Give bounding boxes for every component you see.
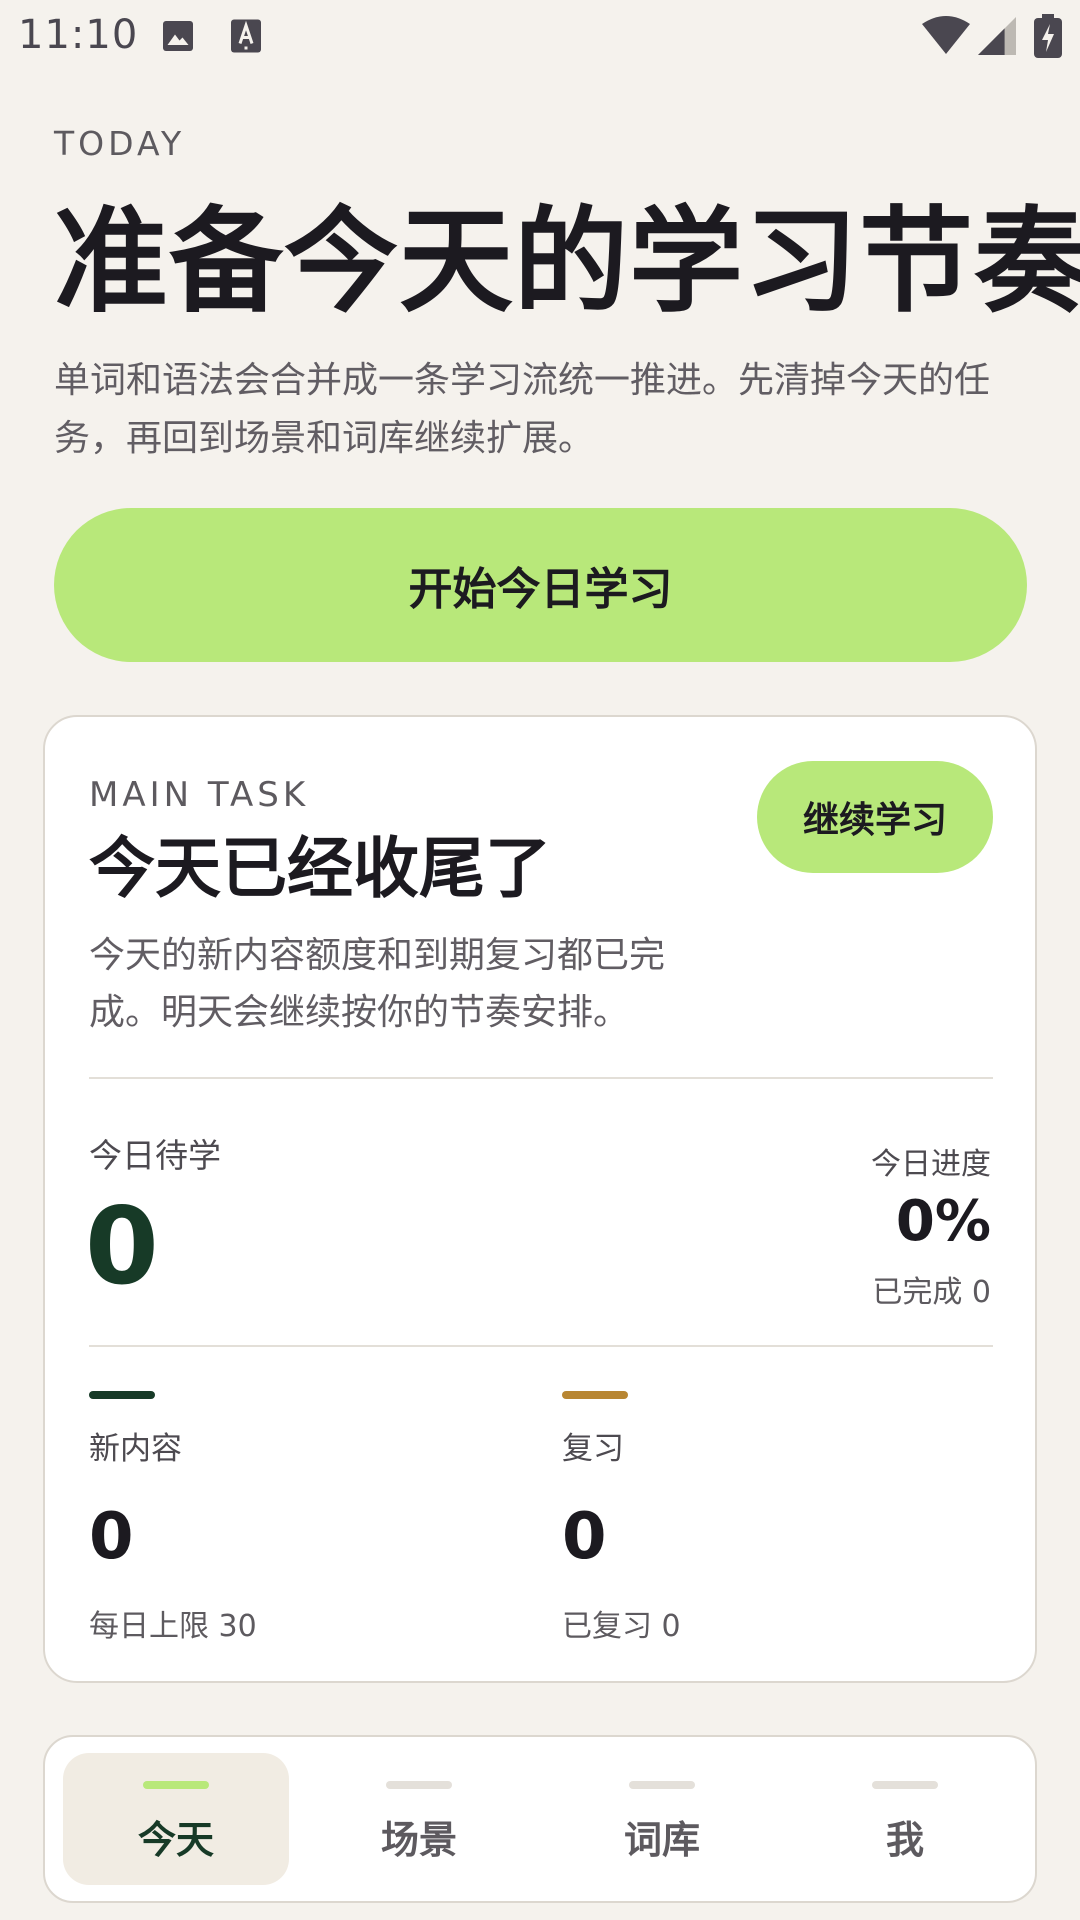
card-eyebrow: MAIN TASK xyxy=(89,775,310,815)
status-bar: 11:10 xyxy=(0,0,1080,72)
new-content-note: 每日上限 30 xyxy=(89,1609,257,1644)
progress-value: 0% xyxy=(895,1189,991,1254)
text-a-notification-icon xyxy=(231,19,261,53)
progress-done-count: 已完成 0 xyxy=(872,1275,991,1310)
review-label: 复习 xyxy=(562,1431,624,1467)
main-task-card: MAIN TASK 今天已经收尾了 今天的新内容额度和到期复习都已完成。明天会继… xyxy=(43,715,1037,1683)
pending-label: 今日待学 xyxy=(89,1136,221,1175)
divider xyxy=(89,1345,993,1347)
nav-item-vocabulary[interactable]: 词库 xyxy=(549,1753,775,1885)
divider xyxy=(89,1077,993,1079)
bottom-navigation: 今天 场景 词库 我 xyxy=(43,1735,1037,1903)
card-title: 今天已经收尾了 xyxy=(89,830,551,907)
page-subtitle: 单词和语法会合并成一条学习流统一推进。先清掉今天的任务，再回到场景和词库继续扩展… xyxy=(54,360,991,459)
nav-label: 我 xyxy=(885,1818,924,1862)
nav-item-today[interactable]: 今天 xyxy=(63,1753,289,1885)
nav-active-indicator xyxy=(143,1781,209,1789)
nav-item-me[interactable]: 我 xyxy=(792,1753,1018,1885)
review-value: 0 xyxy=(562,1500,607,1574)
wifi-icon xyxy=(922,16,970,54)
new-content-label: 新内容 xyxy=(89,1431,182,1467)
start-today-study-button[interactable]: 开始今日学习 xyxy=(54,508,1027,662)
review-accent-bar xyxy=(562,1391,628,1399)
progress-label: 今日进度 xyxy=(871,1147,991,1182)
nav-item-scenes[interactable]: 场景 xyxy=(306,1753,532,1885)
continue-study-button[interactable]: 继续学习 xyxy=(757,761,993,873)
nav-label: 场景 xyxy=(380,1818,457,1862)
nav-label: 词库 xyxy=(623,1818,700,1862)
battery-charging-icon xyxy=(1034,14,1062,58)
section-eyebrow: TODAY xyxy=(54,124,186,163)
status-time: 11:10 xyxy=(18,12,139,58)
nav-indicator xyxy=(386,1781,452,1789)
new-content-accent-bar xyxy=(89,1391,155,1399)
image-notification-icon xyxy=(163,21,193,51)
nav-indicator xyxy=(872,1781,938,1789)
nav-label: 今天 xyxy=(137,1818,214,1862)
card-description: 今天的新内容额度和到期复习都已完成。明天会继续按你的节奏安排。 xyxy=(89,935,666,1033)
nav-indicator xyxy=(629,1781,695,1789)
review-note: 已复习 0 xyxy=(562,1609,681,1644)
page-title: 准备今天的学习节奏 xyxy=(54,195,1080,328)
cellular-signal-icon xyxy=(978,17,1016,55)
new-content-value: 0 xyxy=(89,1500,134,1574)
pending-value: 0 xyxy=(85,1185,159,1308)
